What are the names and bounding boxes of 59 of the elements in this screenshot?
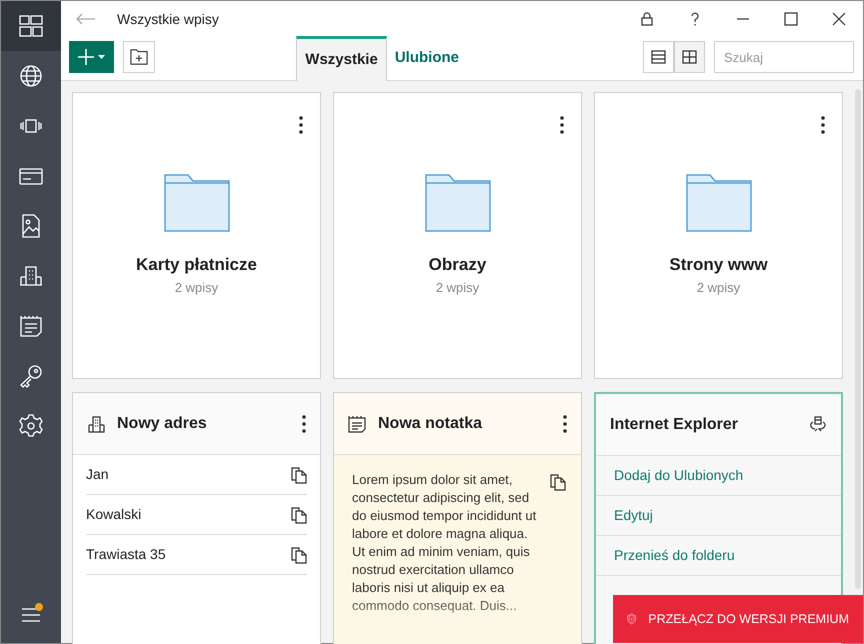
copy-icon xyxy=(291,506,307,524)
field-value: Kowalski xyxy=(86,505,142,524)
folder-plus-icon xyxy=(130,48,148,66)
building-icon xyxy=(87,414,105,432)
tab[interactable]: Ulubione xyxy=(386,36,467,81)
sidebar-item[interactable] xyxy=(1,1,61,51)
premium-button[interactable]: PRZEŁĄCZ DO WERSJI PREMIUM xyxy=(613,595,863,643)
action-link[interactable]: Edytuj xyxy=(596,496,841,536)
card-title: Nowa notatka xyxy=(378,414,484,434)
card-title: Nowy adres xyxy=(117,414,208,434)
more-options-button[interactable] xyxy=(302,413,306,434)
more-icon xyxy=(302,415,306,434)
settings-icon xyxy=(18,413,44,439)
field-value: Trawiasta 35 xyxy=(86,545,166,564)
action-link[interactable]: Przenieś do folderu xyxy=(596,536,841,576)
folder-title: Karty płatnicze xyxy=(136,254,257,276)
notepad-icon xyxy=(348,414,366,432)
folder-title: Obrazy xyxy=(428,254,486,276)
view-toggle-button[interactable] xyxy=(643,41,674,73)
action-link[interactable]: Dodaj do Ulubionych xyxy=(596,456,841,496)
card-title: Internet Explorer xyxy=(610,414,740,434)
list-view-icon xyxy=(651,50,666,64)
entry-count: 2 wpisy xyxy=(174,278,218,297)
more-options-button[interactable] xyxy=(818,113,828,135)
maximize-icon xyxy=(784,12,798,26)
more-icon xyxy=(563,415,567,434)
plus-icon xyxy=(78,49,94,65)
note-text: Lorem ipsum dolor sit amet, consectetur adipiscing elit, sed do eiusmod tempor incididunt ut labore et dolore magna aliqua. Ut enim ad minim veniam, quis nostrud exercitation ullamco laboris nisi ut aliquip ex ea commodo consequat. Duis... xyxy=(352,471,538,615)
grid-view-icon xyxy=(682,50,697,64)
close-icon xyxy=(832,12,846,26)
back-arrow-icon xyxy=(76,13,96,25)
search-field[interactable]: Szukaj xyxy=(714,41,854,73)
caret-icon xyxy=(98,55,105,59)
copy-icon xyxy=(550,474,566,491)
lock-icon xyxy=(640,12,654,26)
add-button[interactable] xyxy=(69,41,114,73)
folder-title: Strony www xyxy=(669,254,768,276)
key-icon xyxy=(18,363,44,389)
new-folder-button[interactable] xyxy=(123,41,155,73)
dashboard-icon xyxy=(18,13,44,39)
more-options-button[interactable] xyxy=(563,413,567,434)
copy-icon xyxy=(291,466,307,484)
field-value: Jan xyxy=(86,465,109,484)
entry-count: 2 wpisy xyxy=(696,278,740,297)
more-icon xyxy=(560,116,564,134)
folder-icon xyxy=(424,174,490,232)
window-title: Wszystkie wpisy xyxy=(117,10,220,29)
folder-icon xyxy=(686,174,752,232)
tab[interactable]: Wszystkie xyxy=(296,36,387,81)
more-options-button[interactable] xyxy=(557,113,567,135)
more-options-button[interactable] xyxy=(296,113,306,135)
more-icon xyxy=(299,116,303,134)
entry-count: 2 wpisy xyxy=(436,278,480,297)
globe-icon xyxy=(18,63,44,89)
copy-icon xyxy=(291,546,307,564)
view-toggle-button[interactable] xyxy=(674,41,705,73)
notepad-icon xyxy=(18,313,44,339)
folder-icon xyxy=(164,174,230,232)
more-icon xyxy=(821,116,825,134)
